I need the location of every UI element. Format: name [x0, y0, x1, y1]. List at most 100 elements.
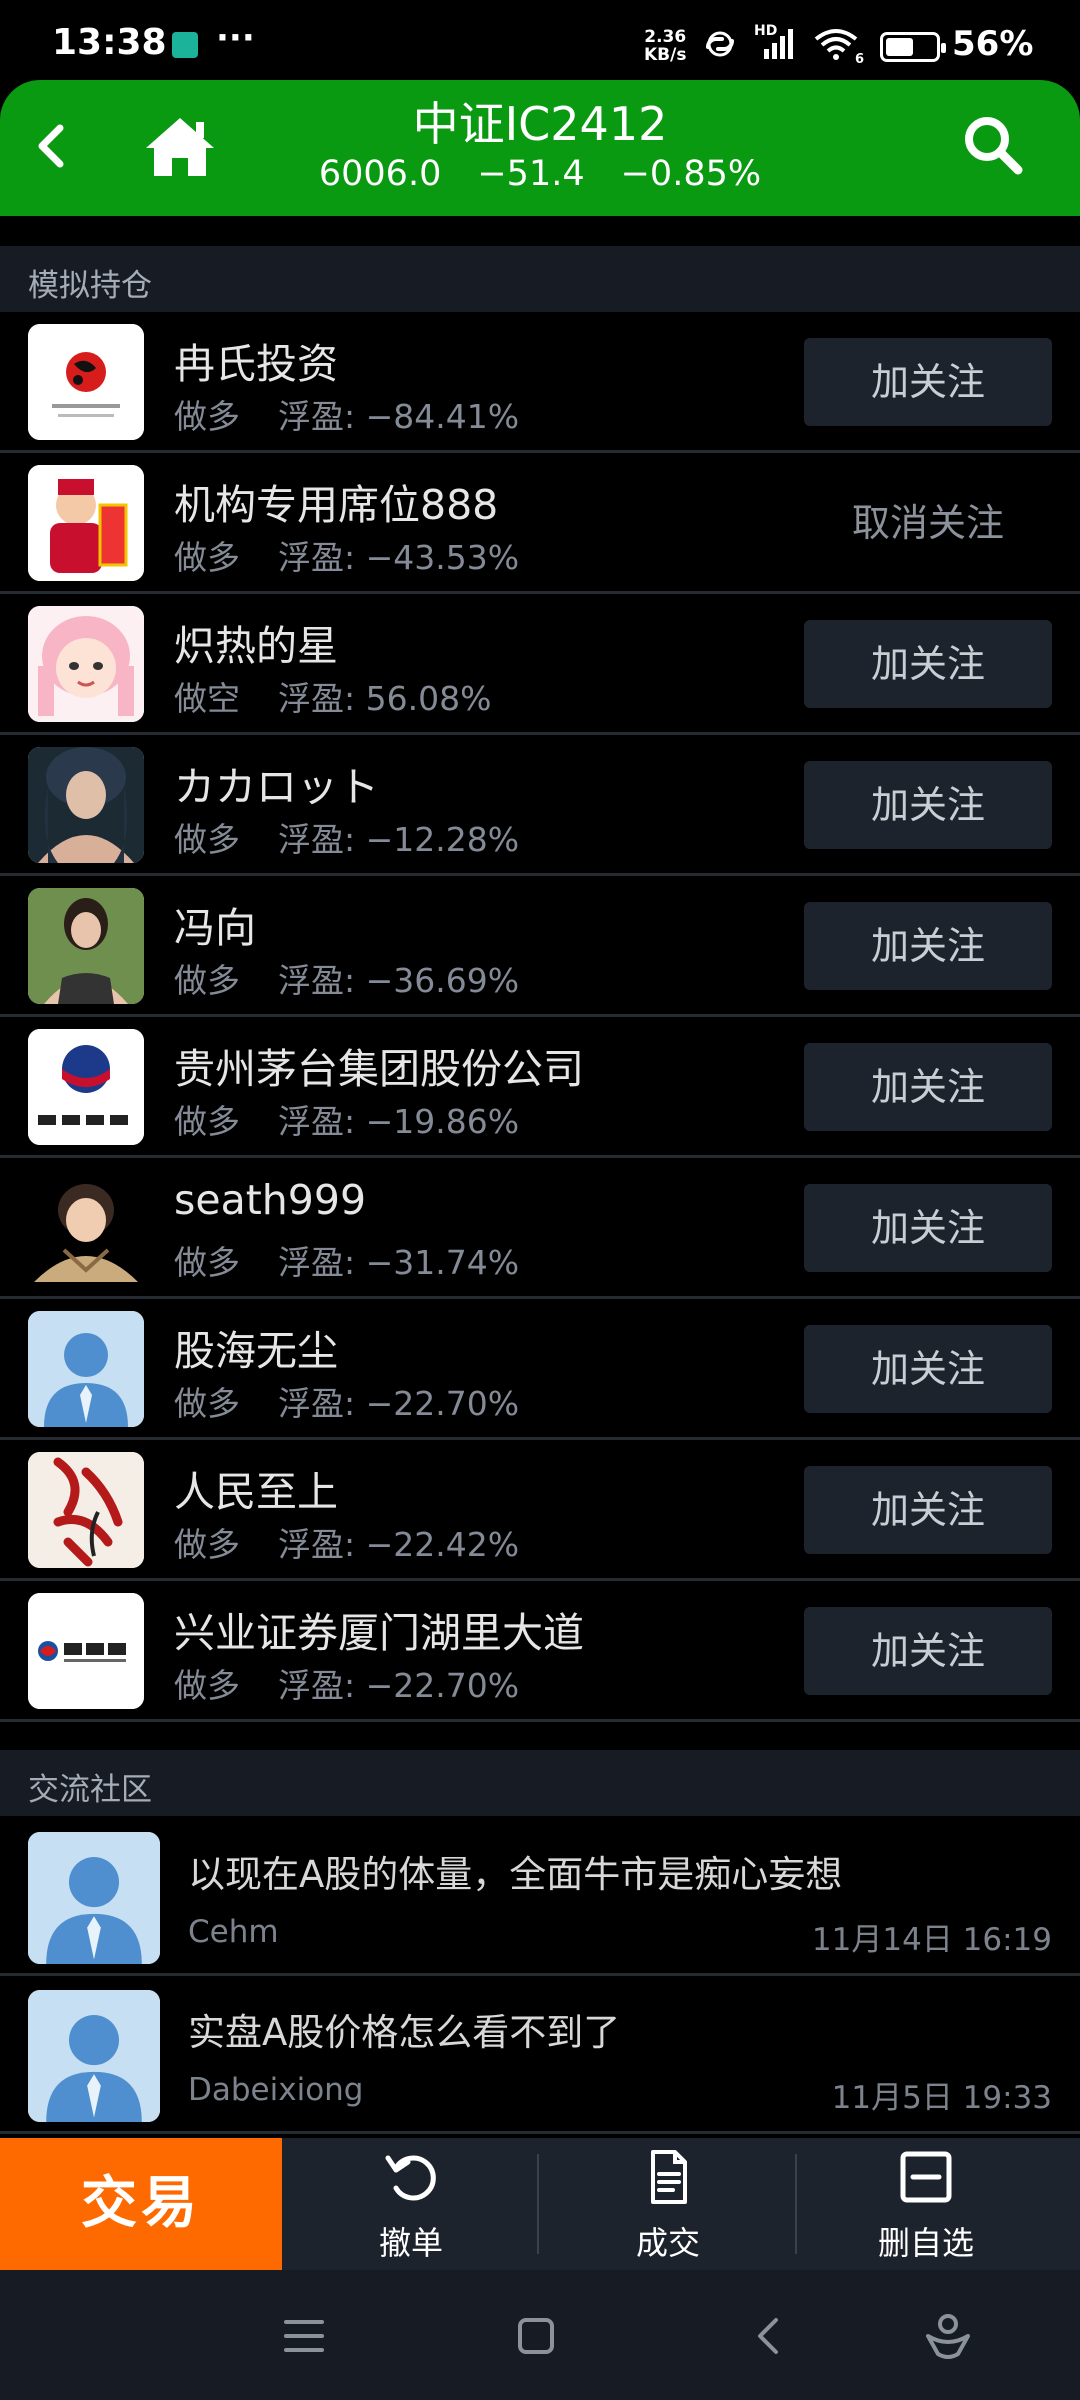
follow-button[interactable]: 加关注 [804, 1466, 1052, 1554]
trader-meta: 做多 浮盈: −19.86% [174, 1102, 520, 1141]
trader-name: 机构专用席位888 [174, 481, 499, 529]
remove-watchlist-label: 删自选 [877, 2224, 974, 2262]
community-section-title: 交流社区 [28, 1772, 152, 1808]
position-row[interactable]: 股海无尘 做多 浮盈: −22.70% 加关注 [0, 1299, 1080, 1440]
default-user-avatar[interactable] [28, 1832, 160, 1964]
status-icons: HD 6 [700, 23, 864, 67]
cancel-order-button[interactable]: 撤单 [282, 2138, 540, 2270]
trader-name: 人民至上 [174, 1468, 338, 1516]
trader-name: 炽热的星 [174, 622, 338, 670]
trader-name: 兴业证券厦门湖里大道 [174, 1609, 584, 1657]
contract-quote: 6006.0 −51.4 −0.85% [0, 154, 1080, 194]
trade-button[interactable]: 交易 [0, 2138, 282, 2270]
trader-name: 冉氏投资 [174, 340, 338, 388]
trader-meta: 做多 浮盈: −22.70% [174, 1384, 520, 1423]
trader-name: 冯向 [174, 904, 256, 952]
trader-meta: 做多 浮盈: −31.74% [174, 1243, 520, 1282]
cartoon-man-avatar[interactable] [28, 1170, 144, 1286]
status-time: 13:38 [52, 22, 167, 63]
position-row[interactable]: 冯向 做多 浮盈: −36.69% 加关注 [0, 876, 1080, 1017]
default-user-avatar[interactable] [28, 1990, 160, 2122]
industrial-securities-logo-avatar[interactable] [28, 1593, 144, 1709]
status-bar: 13:38 ··· 2.36 KB/s HD 6 56% [0, 0, 1080, 80]
app-notification-icon [172, 32, 198, 58]
trader-name: 贵州茅台集团股份公司 [174, 1045, 584, 1093]
home-nav-icon[interactable] [508, 2308, 564, 2364]
position-row[interactable]: 冉氏投资 做多 浮盈: −84.41% 加关注 [0, 312, 1080, 453]
post-time: 11月5日 19:33 [831, 2080, 1052, 2116]
trader-meta: 做多 浮盈: −84.41% [174, 397, 520, 436]
post-time: 11月14日 16:19 [811, 1922, 1052, 1958]
last-price: 6006.0 [318, 154, 442, 194]
deals-button[interactable]: 成交 [539, 2138, 797, 2270]
cancel-order-label: 撤单 [378, 2224, 443, 2262]
community-post[interactable]: 以现在A股的体量，全面牛市是痴心妄想 Cehm 11月14日 16:19 [0, 1818, 1080, 1976]
position-row[interactable]: カカロット 做多 浮盈: −12.28% 加关注 [0, 735, 1080, 876]
community-section-header: 交流社区 [0, 1750, 1080, 1816]
ranshi-logo-avatar[interactable] [28, 324, 144, 440]
network-speed: 2.36 KB/s [644, 27, 687, 65]
position-row[interactable]: 贵州茅台集团股份公司 做多 浮盈: −19.86% 加关注 [0, 1017, 1080, 1158]
signal-icon: HD [754, 23, 798, 61]
position-row[interactable]: 人民至上 做多 浮盈: −22.42% 加关注 [0, 1440, 1080, 1581]
follow-button[interactable]: 加关注 [804, 902, 1052, 990]
battery-percent: 56% [952, 24, 1034, 64]
follow-button[interactable]: 加关注 [804, 1043, 1052, 1131]
follow-button[interactable]: 加关注 [804, 1325, 1052, 1413]
battery-icon [880, 32, 946, 62]
trader-meta: 做多 浮盈: −36.69% [174, 961, 520, 1000]
trader-meta: 做多 浮盈: −12.28% [174, 820, 520, 859]
position-row[interactable]: 兴业证券厦门湖里大道 做多 浮盈: −22.70% 加关注 [0, 1581, 1080, 1722]
post-title: 以现在A股的体量，全面牛市是痴心妄想 [188, 1853, 843, 1896]
wifi-icon: 6 [812, 27, 864, 67]
trader-meta: 做多 浮盈: −22.70% [174, 1666, 520, 1705]
follow-button[interactable]: 加关注 [804, 761, 1052, 849]
app-header: 中证IC2412 6006.0 −51.4 −0.85% [0, 80, 1080, 216]
post-title: 实盘A股价格怎么看不到了 [188, 2011, 621, 2054]
woman-photo-avatar[interactable] [28, 888, 144, 1004]
trader-name: seath999 [174, 1176, 367, 1224]
post-author: Cehm [188, 1914, 279, 1950]
minus-square-icon [900, 2151, 952, 2203]
contract-title: 中证IC2412 [412, 97, 668, 151]
community-list: 以现在A股的体量，全面牛市是痴心妄想 Cehm 11月14日 16:19 实盘A… [0, 1818, 1080, 2134]
document-icon [651, 2150, 687, 2204]
more-notifications-icon: ··· [216, 18, 255, 58]
post-author: Dabeixiong [188, 2072, 364, 2108]
deals-label: 成交 [635, 2224, 700, 2262]
calligraphy-avatar[interactable] [28, 1452, 144, 1568]
positions-section-title: 模拟持仓 [28, 268, 152, 304]
trader-name: 股海无尘 [174, 1327, 338, 1375]
default-user-avatar[interactable] [28, 1311, 144, 1427]
trader-meta: 做多 浮盈: −43.53% [174, 538, 520, 577]
follow-button[interactable]: 加关注 [804, 620, 1052, 708]
position-row[interactable]: 机构专用席位888 做多 浮盈: −43.53% 取消关注 [0, 453, 1080, 594]
moutai-logo-avatar[interactable] [28, 1029, 144, 1145]
trader-meta: 做多 浮盈: −22.42% [174, 1525, 520, 1564]
community-post[interactable]: 实盘A股价格怎么看不到了 Dabeixiong 11月5日 19:33 [0, 1976, 1080, 2134]
price-change: −51.4 [477, 154, 585, 194]
menu-icon[interactable] [276, 2308, 332, 2364]
unfollow-button[interactable]: 取消关注 [804, 479, 1052, 567]
search-icon[interactable] [958, 110, 1028, 180]
trader-name: カカロット [174, 763, 379, 811]
remove-watchlist-button[interactable]: 删自选 [797, 2138, 1055, 2270]
woman-photo-avatar[interactable] [28, 747, 144, 863]
price-change-pct: −0.85% [620, 154, 762, 194]
bottom-toolbar: 交易 撤单 成交 删自选 [0, 2138, 1080, 2270]
trader-meta: 做空 浮盈: 56.08% [174, 679, 492, 718]
back-nav-icon[interactable] [742, 2308, 798, 2364]
positions-list: 冉氏投资 做多 浮盈: −84.41% 加关注 机构专用席位888 做多 浮盈: −… [0, 312, 1080, 1722]
follow-button[interactable]: 加关注 [804, 338, 1052, 426]
anime-girl-avatar[interactable] [28, 606, 144, 722]
positions-section-header: 模拟持仓 [0, 246, 1080, 312]
link-icon [706, 31, 734, 57]
position-row[interactable]: seath999 做多 浮盈: −31.74% 加关注 [0, 1158, 1080, 1299]
caishen-avatar[interactable] [28, 465, 144, 581]
follow-button[interactable]: 加关注 [804, 1607, 1052, 1695]
position-row[interactable]: 炽热的星 做空 浮盈: 56.08% 加关注 [0, 594, 1080, 735]
undo-icon [385, 2155, 436, 2201]
assistant-icon[interactable] [920, 2308, 976, 2364]
system-nav-bar [0, 2270, 1080, 2400]
follow-button[interactable]: 加关注 [804, 1184, 1052, 1272]
